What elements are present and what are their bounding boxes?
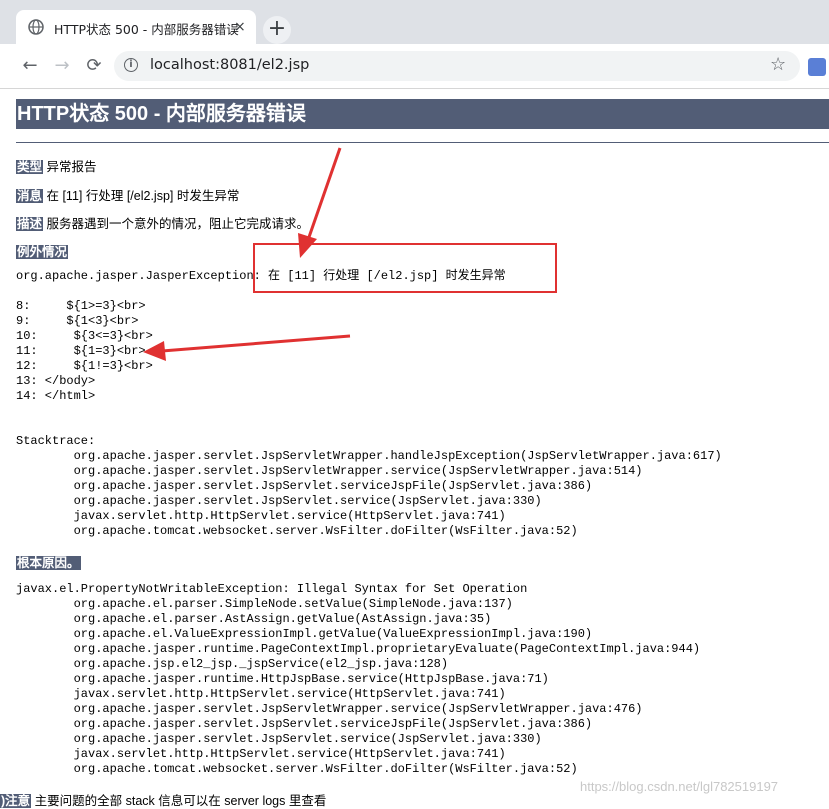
url-text[interactable]: localhost:8081/el2.jsp bbox=[150, 57, 309, 73]
browser-tab[interactable]: HTTP状态 500 - 内部服务器错误 × bbox=[16, 10, 256, 44]
description-value: 服务器遇到一个意外的情况，阻止它完成请求。 bbox=[43, 217, 309, 231]
info-icon[interactable]: i bbox=[124, 58, 138, 72]
note-label: )注意 bbox=[0, 794, 32, 808]
type-value: 异常报告 bbox=[43, 160, 97, 174]
message-value: 在 [11] 行处理 [/el2.jsp] 时发生异常 bbox=[43, 189, 240, 203]
tab-title: HTTP状态 500 - 内部服务器错误 bbox=[54, 22, 239, 37]
root-cause-label: 根本原因。 bbox=[16, 556, 81, 570]
exception-stacktrace: org.apache.jasper.JasperException: 在 [11… bbox=[16, 269, 722, 538]
close-icon[interactable]: × bbox=[234, 18, 246, 36]
bookmark-star-icon[interactable]: ☆ bbox=[770, 54, 786, 75]
exception-heading: 例外情况 bbox=[16, 241, 69, 260]
type-label: 类型 bbox=[16, 160, 44, 174]
back-arrow-icon[interactable]: ← bbox=[20, 56, 40, 76]
extension-icon[interactable] bbox=[808, 58, 826, 76]
description-label: 描述 bbox=[16, 217, 44, 231]
annotation-arrow-down bbox=[298, 147, 342, 258]
description-row: 描述 服务器遇到一个意外的情况，阻止它完成请求。 bbox=[16, 213, 309, 232]
forward-arrow-icon[interactable]: → bbox=[52, 56, 72, 76]
exception-label: 例外情况 bbox=[16, 245, 69, 259]
tab-strip: HTTP状态 500 - 内部服务器错误 × + bbox=[0, 0, 829, 44]
page-title: HTTP状态 500 - 内部服务器错误 bbox=[16, 99, 829, 129]
message-row: 消息 在 [11] 行处理 [/el2.jsp] 时发生异常 bbox=[16, 185, 239, 204]
type-row: 类型 异常报告 bbox=[16, 156, 97, 175]
note-row: )注意 主要问题的全部 stack 信息可以在 server logs 里查看 bbox=[0, 790, 326, 809]
root-cause-heading: 根本原因。 bbox=[16, 552, 81, 571]
watermark: https://blog.csdn.net/lgl782519197 bbox=[580, 779, 779, 794]
note-value: 主要问题的全部 stack 信息可以在 server logs 里查看 bbox=[31, 794, 327, 808]
message-label: 消息 bbox=[16, 189, 44, 203]
globe-icon bbox=[28, 19, 44, 35]
reload-icon[interactable]: ⟳ bbox=[84, 56, 104, 76]
new-tab-button[interactable]: + bbox=[263, 16, 291, 44]
address-bar[interactable]: i localhost:8081/el2.jsp ☆ bbox=[114, 51, 800, 81]
annotation-highlight-box bbox=[253, 243, 557, 293]
root-cause-stacktrace: javax.el.PropertyNotWritableException: I… bbox=[16, 582, 701, 776]
divider bbox=[16, 142, 829, 143]
browser-toolbar: ← → ⟳ i localhost:8081/el2.jsp ☆ bbox=[0, 44, 829, 89]
